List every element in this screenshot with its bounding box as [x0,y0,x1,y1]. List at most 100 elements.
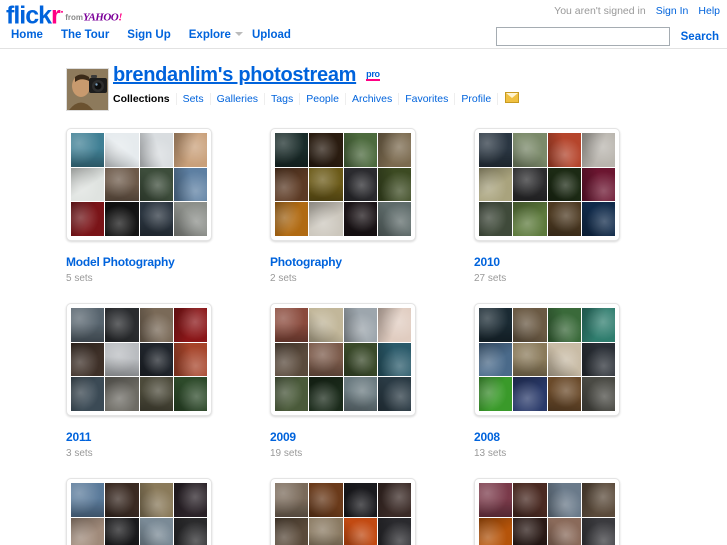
collection-thumbnail[interactable] [66,128,212,241]
mosaic-tile [547,377,581,411]
mosaic-tile [173,308,207,342]
collection-item[interactable] [270,478,474,545]
mosaic-tile [377,202,411,236]
mosaic-tile [275,308,309,342]
collection-item[interactable]: 2010 27 sets [474,128,678,284]
thumbnail-mosaic [71,483,207,545]
logo-r-text: r [51,1,61,30]
collection-item[interactable]: Photography 2 sets [270,128,474,284]
mosaic-tile [479,133,513,167]
subnav-profile[interactable]: Profile [455,93,499,105]
collection-title[interactable]: 2009 [270,430,474,444]
thumbnail-mosaic [71,133,207,236]
mosaic-tile [173,517,207,545]
collection-title[interactable]: 2011 [66,430,270,444]
mosaic-tile [581,308,615,342]
avatar[interactable] [66,68,109,111]
mosaic-tile [139,483,173,517]
subnav-sets[interactable]: Sets [177,93,211,105]
nav-explore[interactable]: Explore [180,29,240,41]
signed-in-status: You aren't signed in [554,5,646,17]
mosaic-tile [581,133,615,167]
yahoo-word: YAHOO [83,11,119,24]
mosaic-tile [105,483,139,517]
mosaic-tile [513,167,547,202]
collection-thumbnail[interactable] [270,303,416,416]
chevron-down-icon[interactable] [234,32,243,36]
nav-upload[interactable]: Upload [243,29,300,41]
collection-item[interactable]: 2009 19 sets [270,303,474,459]
collection-item[interactable] [474,478,678,545]
mosaic-tile [275,342,309,377]
mosaic-tile [581,167,615,202]
pro-badge: pro [366,69,380,81]
sign-in-link[interactable]: Sign In [656,5,689,17]
nav-the-tour[interactable]: The Tour [52,29,118,41]
mosaic-tile [173,133,207,167]
collection-item[interactable]: 2008 13 sets [474,303,678,459]
collection-item[interactable]: Model Photography 5 sets [66,128,270,284]
mosaic-tile [139,342,173,377]
search-input[interactable] [495,27,670,46]
subnav-archives[interactable]: Archives [346,93,400,105]
collection-title[interactable]: Model Photography [66,255,270,269]
mosaic-tile [479,342,513,377]
collection-set-count: 27 sets [474,273,507,284]
collection-title[interactable]: Photography [270,255,474,269]
mosaic-tile [513,517,547,545]
collection-title[interactable]: 2010 [474,255,678,269]
mosaic-tile [139,517,173,545]
mosaic-tile [309,377,343,411]
collection-item[interactable]: 2011 3 sets [66,303,270,459]
collection-thumbnail[interactable] [474,128,620,241]
mosaic-tile [343,517,377,545]
mosaic-tile [275,167,309,202]
mosaic-tile [173,342,207,377]
mosaic-tile [139,308,173,342]
collection-title[interactable]: 2008 [474,430,678,444]
collection-thumbnail[interactable] [474,478,620,545]
mosaic-tile [275,377,309,411]
subnav-favorites[interactable]: Favorites [399,93,456,105]
collection-thumbnail[interactable] [270,478,416,545]
flickr-logo[interactable]: flickr▪fromYAHOO! [6,1,122,30]
mosaic-tile [343,342,377,377]
collection-thumbnail[interactable] [66,478,212,545]
mosaic-tile [377,517,411,545]
mosaic-tile [173,167,207,202]
subnav-galleries[interactable]: Galleries [211,93,266,105]
mosaic-tile [547,308,581,342]
collection-item[interactable] [66,478,270,545]
profile-header: brendanlim's photostream pro Collections S… [0,64,727,114]
mosaic-tile [71,133,105,167]
subnav-people[interactable]: People [300,93,346,105]
mosaic-tile [513,202,547,236]
mosaic-tile [377,167,411,202]
nav-home[interactable]: Home [2,29,52,41]
search-button[interactable]: Search [673,31,721,43]
mosaic-tile [275,202,309,236]
collection-thumbnail[interactable] [474,303,620,416]
mail-link[interactable] [498,92,525,105]
mosaic-tile [71,202,105,236]
collection-thumbnail[interactable] [66,303,212,416]
yahoo-logo-text: YAHOO! [83,11,122,23]
profile-subnav: Collections Sets Galleries Tags People Archiv… [113,92,525,105]
collection-thumbnail[interactable] [270,128,416,241]
mosaic-tile [343,377,377,411]
mosaic-tile [105,517,139,545]
logo-from-text: from [65,13,84,23]
help-link[interactable]: Help [698,5,720,17]
subnav-collections[interactable]: Collections [113,93,177,105]
mosaic-tile [547,167,581,202]
collections-grid: Model Photography 5 sets Photography 2 sets… [0,128,727,545]
mosaic-tile [377,308,411,342]
mosaic-tile [71,483,105,517]
mosaic-tile [513,133,547,167]
mosaic-tile [309,483,343,517]
page-title[interactable]: brendanlim's photostream [113,64,356,87]
mosaic-tile [513,483,547,517]
nav-sign-up[interactable]: Sign Up [118,29,179,41]
mosaic-tile [479,517,513,545]
subnav-tags[interactable]: Tags [265,93,301,105]
